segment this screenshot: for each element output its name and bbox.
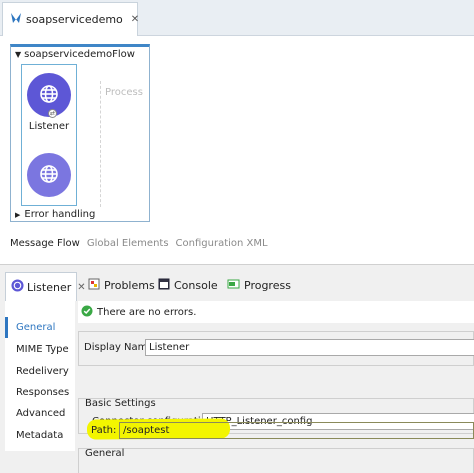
listener-properties-tab[interactable]: Listener ✕: [5, 272, 86, 301]
flow-editor: soapservicedemo ✕ ▼ soapservicedemoFlow …: [0, 0, 474, 264]
nav-item-advanced[interactable]: Advanced: [5, 403, 75, 424]
path-field[interactable]: [119, 422, 474, 439]
status-line: There are no errors.: [78, 301, 474, 323]
listener-node-label: Listener: [28, 121, 70, 132]
editor-tab-bar: soapservicedemo ✕: [0, 0, 474, 36]
chevron-right-icon[interactable]: ▶: [15, 211, 20, 219]
tab-problems[interactable]: Problems: [88, 278, 155, 293]
globe-icon: [11, 279, 24, 295]
flow-container[interactable]: ▼ soapservicedemoFlow Process ⇄ Listener: [10, 44, 150, 222]
chevron-down-icon[interactable]: ▼: [15, 50, 21, 59]
nav-item-responses[interactable]: Responses: [5, 382, 75, 403]
error-handling-label: Error handling: [24, 209, 96, 220]
flow-header[interactable]: ▼ soapservicedemoFlow: [15, 49, 135, 60]
listener-tab-label: Listener: [27, 280, 72, 294]
path-label: Path:: [91, 425, 117, 436]
close-icon[interactable]: ✕: [77, 282, 85, 293]
nav-item-metadata[interactable]: Metadata: [5, 425, 75, 446]
tab-message-flow[interactable]: Message Flow: [10, 238, 80, 249]
error-handling-section[interactable]: ▶ Error handling: [15, 209, 95, 220]
progress-tab-label: Progress: [244, 279, 291, 292]
console-icon: [158, 278, 170, 293]
globe-icon: [38, 83, 60, 108]
properties-nav: General MIME Type Redelivery Responses A…: [5, 301, 75, 451]
nav-item-mime-type[interactable]: MIME Type: [5, 339, 75, 360]
flow-editor-tabs: Message Flow Global Elements Configurati…: [10, 238, 268, 249]
tab-progress[interactable]: Progress: [227, 278, 291, 293]
editor-tab[interactable]: soapservicedemo ✕: [2, 2, 139, 36]
console-tab-label: Console: [174, 279, 218, 292]
basic-settings-title: Basic Settings: [85, 398, 156, 409]
display-name-field[interactable]: [145, 339, 474, 356]
problems-tab-label: Problems: [104, 279, 155, 292]
tab-configuration-xml[interactable]: Configuration XML: [176, 238, 268, 249]
tab-console[interactable]: Console: [158, 278, 218, 293]
mule-icon: [9, 11, 23, 28]
flow-name: soapservicedemoFlow: [24, 49, 135, 60]
editor-tab-label: soapservicedemo: [26, 13, 123, 26]
nav-item-general[interactable]: General: [5, 317, 75, 338]
general-group: General: [78, 448, 474, 473]
globe-icon: [38, 163, 60, 188]
progress-icon: [227, 278, 240, 293]
display-name-group: Display Name:: [78, 331, 474, 366]
process-label: Process: [105, 87, 143, 98]
tab-global-elements[interactable]: Global Elements: [87, 238, 169, 249]
second-http-node[interactable]: [27, 153, 71, 197]
status-message: There are no errors.: [97, 306, 197, 318]
lane-divider: [100, 81, 101, 207]
problems-icon: [88, 278, 100, 293]
nav-item-redelivery[interactable]: Redelivery: [5, 361, 75, 382]
check-icon: [81, 305, 93, 320]
close-icon[interactable]: ✕: [131, 14, 139, 25]
listener-badge: ⇄: [48, 109, 57, 118]
